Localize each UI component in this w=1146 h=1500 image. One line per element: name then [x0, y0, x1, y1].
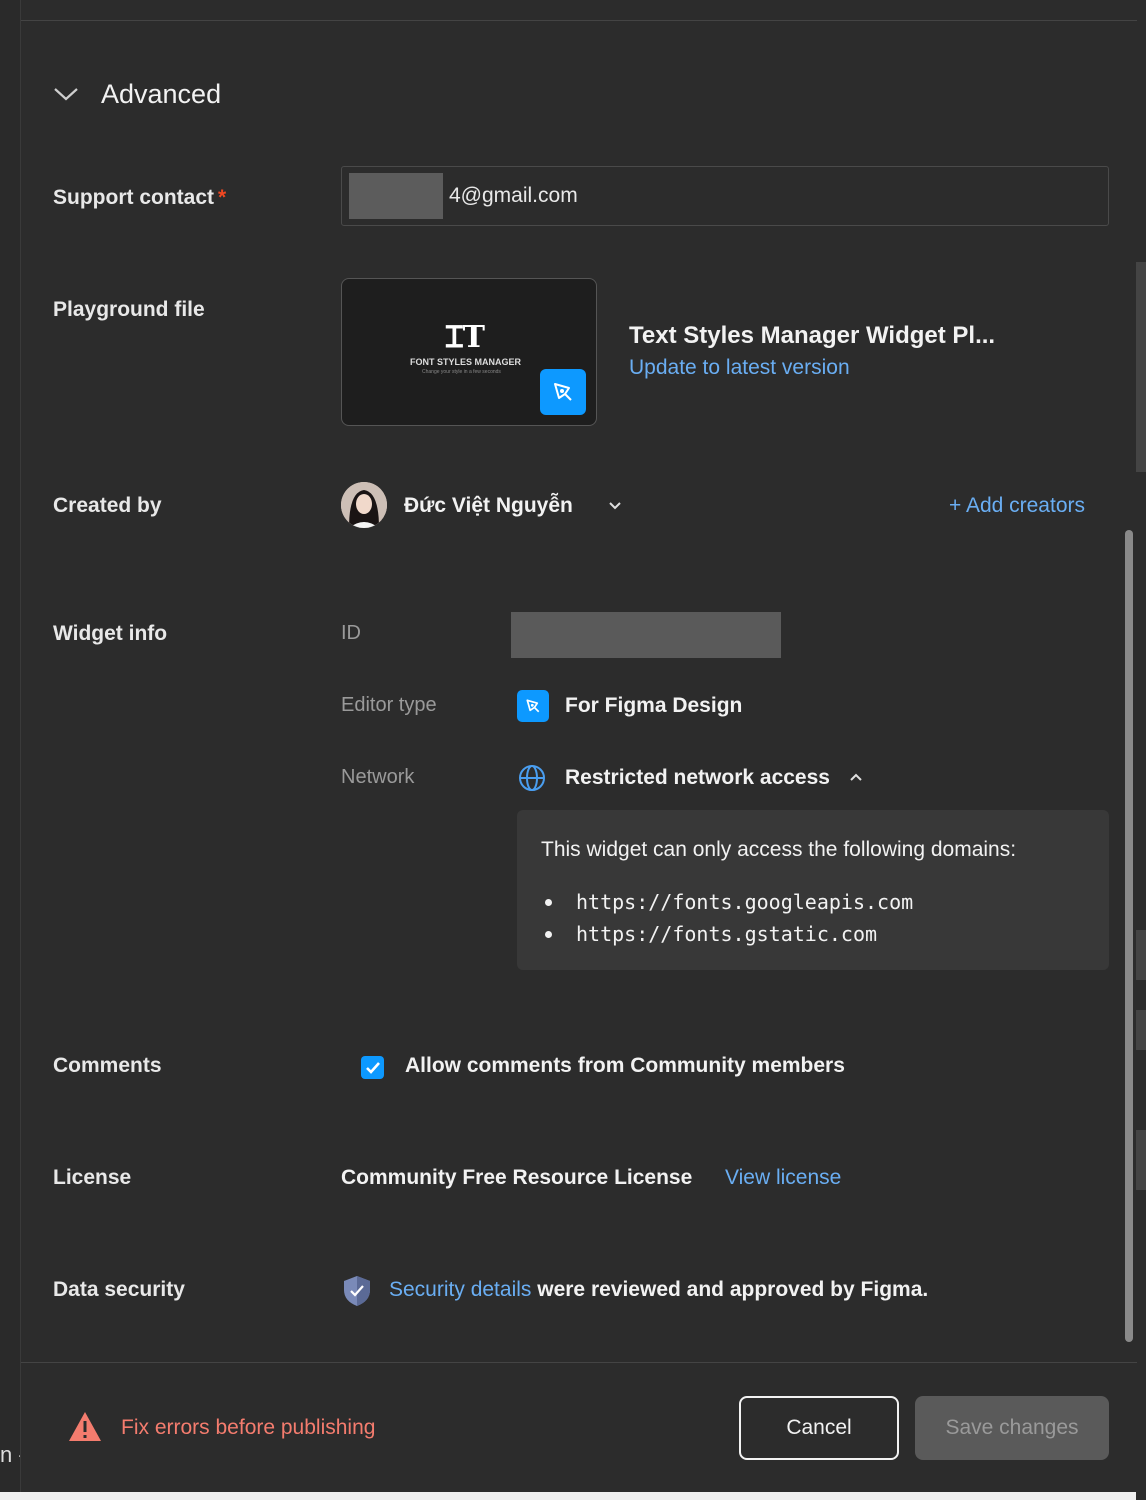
chevron-down-icon[interactable]: [605, 496, 625, 516]
publish-error-text: Fix errors before publishing: [121, 1416, 376, 1439]
avatar: [341, 482, 387, 528]
support-contact-label-text: Support contact: [53, 186, 214, 209]
created-by-label: Created by: [53, 494, 162, 517]
allowed-domains-panel: This widget can only access the followin…: [517, 810, 1109, 970]
advanced-section-toggle[interactable]: Advanced: [53, 76, 221, 112]
comments-label: Comments: [53, 1054, 162, 1077]
email-value: 4@gmail.com: [449, 184, 578, 207]
thumbnail-logo: ꞮT: [446, 320, 486, 355]
support-email-field[interactable]: 4@gmail.com: [341, 166, 1109, 226]
warning-icon: [69, 1412, 101, 1441]
background-panel-strip: [1136, 262, 1146, 472]
playground-file-label: Playground file: [53, 298, 205, 321]
security-details-link[interactable]: Security details: [389, 1278, 531, 1301]
list-item: https://fonts.googleapis.com: [541, 886, 913, 918]
figma-design-badge-icon: [517, 690, 549, 722]
background-app-edge-right: [1136, 0, 1146, 1500]
background-panel-strip: [1136, 930, 1146, 980]
bullet: [545, 898, 552, 906]
domains-intro: This widget can only access the followin…: [541, 838, 1017, 861]
chevron-up-icon[interactable]: [847, 768, 865, 786]
background-page-strip: [0, 1492, 1146, 1500]
creator-name: Đức Việt Nguyễn: [404, 494, 573, 517]
list-item: https://fonts.gstatic.com: [541, 918, 913, 950]
support-contact-label: Support contact *: [53, 186, 226, 210]
background-panel-strip: [1136, 1130, 1146, 1190]
data-security-label: Data security: [53, 1278, 185, 1301]
security-text: were reviewed and approved by Figma.: [531, 1278, 929, 1301]
cancel-button[interactable]: Cancel: [739, 1396, 899, 1460]
thumbnail-caption: FONT STYLES MANAGER: [410, 357, 522, 367]
chevron-down-icon: [53, 81, 79, 107]
license-value: Community Free Resource License: [341, 1166, 693, 1189]
editor-type-key: Editor type: [341, 694, 437, 716]
update-version-link[interactable]: Update to latest version: [629, 356, 850, 380]
globe-icon: [519, 765, 545, 791]
view-license-link[interactable]: View license: [725, 1166, 841, 1190]
scrollbar-thumb[interactable]: [1125, 530, 1133, 1342]
figma-design-badge-icon: [540, 369, 586, 415]
network-access-toggle[interactable]: Restricted network access: [565, 766, 830, 790]
background-app-edge: [0, 0, 20, 1500]
background-panel-strip: [1136, 1010, 1146, 1050]
domain-url: https://fonts.gstatic.com: [576, 922, 878, 946]
editor-type-value: For Figma Design: [565, 694, 743, 717]
license-label: License: [53, 1166, 132, 1189]
network-key: Network: [341, 766, 415, 788]
required-mark: *: [218, 186, 227, 209]
redacted-block: [349, 173, 443, 219]
allow-comments-label[interactable]: Allow comments from Community members: [405, 1054, 845, 1078]
bullet: [545, 930, 552, 938]
thumbnail-subcaption: Change your style in a few seconds: [422, 369, 501, 375]
divider: [21, 1362, 1137, 1363]
allow-comments-checkbox[interactable]: [361, 1056, 384, 1079]
playground-file-thumbnail[interactable]: ꞮT FONT STYLES MANAGER Change your style…: [341, 278, 597, 426]
security-statement: Security details were reviewed and appro…: [389, 1278, 928, 1302]
checkmark-icon: [365, 1061, 380, 1074]
shield-icon: [344, 1276, 370, 1306]
section-title: Advanced: [101, 78, 222, 109]
divider: [21, 20, 1137, 21]
domain-list: https://fonts.googleapis.com https://fon…: [541, 886, 913, 950]
playground-file-title: Text Styles Manager Widget Pl...: [629, 322, 996, 349]
redacted-block: [511, 612, 781, 658]
widget-info-label: Widget info: [53, 622, 168, 645]
domain-url: https://fonts.googleapis.com: [576, 890, 914, 914]
scrollbar[interactable]: [1125, 530, 1133, 1342]
id-key: ID: [341, 622, 361, 644]
add-creators-link[interactable]: + Add creators: [949, 494, 1085, 518]
publish-widget-modal: Advanced Support contact * 4@gmail.com Pl…: [20, 0, 1137, 1492]
save-changes-button[interactable]: Save changes: [915, 1396, 1109, 1460]
